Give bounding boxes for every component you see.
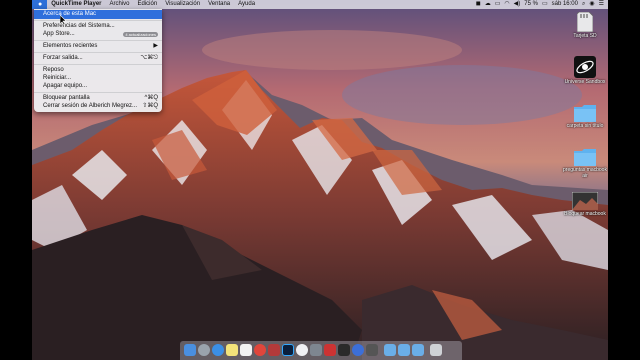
record-icon[interactable]: ◼: [476, 0, 481, 9]
desktop-icon-universe-sandbox[interactable]: Universe Sandbox: [562, 56, 608, 85]
battery-icon[interactable]: ▭: [542, 0, 548, 9]
battery-percent[interactable]: 75 %: [524, 0, 538, 9]
launchpad-icon[interactable]: [198, 344, 210, 356]
wifi-icon[interactable]: ◠: [504, 0, 509, 9]
notes-icon[interactable]: [226, 344, 238, 356]
menu-separator: [34, 92, 162, 93]
menu-item-recent-items[interactable]: Elementos recientes ▶: [34, 42, 162, 51]
system-preferences-icon[interactable]: [310, 344, 322, 356]
menu-separator: [34, 52, 162, 53]
dock: [180, 341, 462, 360]
textedit-icon[interactable]: [240, 344, 252, 356]
menu-separator: [34, 20, 162, 21]
documents-folder-icon[interactable]: [398, 344, 410, 356]
menu-separator: [34, 64, 162, 65]
finder-icon[interactable]: [184, 344, 196, 356]
notification-center-icon[interactable]: ☰: [599, 0, 604, 9]
desktop: ● QuickTime Player Archivo Edición Visua…: [32, 0, 608, 360]
submenu-arrow-icon: ▶: [153, 43, 158, 49]
menu-archivo[interactable]: Archivo: [105, 0, 133, 9]
volume-icon[interactable]: ◀): [514, 0, 521, 9]
folder-icon: [574, 105, 596, 122]
menu-item-shutdown[interactable]: Apagar equipo...: [34, 82, 162, 91]
trash-icon[interactable]: [430, 344, 442, 356]
screenshot-thumbnail-icon: [572, 192, 598, 210]
safari-icon[interactable]: [212, 344, 224, 356]
quicktime-icon[interactable]: [324, 344, 336, 356]
photoshop-icon[interactable]: [282, 344, 294, 356]
apple-menu-dropdown: Acerca de esta Mac Preferencias del Sist…: [34, 9, 162, 112]
chrome-icon[interactable]: [254, 344, 266, 356]
menu-item-app-store[interactable]: App Store... 4 actualizaciones: [34, 30, 162, 39]
menu-ventana[interactable]: Ventana: [204, 0, 234, 9]
apple-menu-button[interactable]: ●: [32, 0, 48, 9]
airplay-icon[interactable]: ▭: [495, 0, 501, 9]
itunes-icon[interactable]: [296, 344, 308, 356]
sd-card-icon: [577, 12, 593, 32]
photo-booth-icon[interactable]: [268, 344, 280, 356]
menu-item-about-this-mac[interactable]: Acerca de esta Mac: [34, 10, 162, 19]
menu-item-log-out[interactable]: Cerrar sesión de Alberich Megrez... ⇧⌘Q: [34, 102, 162, 111]
siri-icon[interactable]: ◉: [589, 0, 594, 9]
menu-ayuda[interactable]: Ayuda: [234, 0, 259, 9]
menu-edicion[interactable]: Edición: [134, 0, 162, 9]
mouse-pointer-icon: [60, 15, 67, 25]
desktop-icon-folder-preguntas[interactable]: preguntas macbook air: [562, 148, 608, 179]
menu-bar: ● QuickTime Player Archivo Edición Visua…: [32, 0, 608, 9]
spotlight-search-icon[interactable]: ⌕: [582, 0, 585, 9]
desktop-icon-sd-card[interactable]: Tarjeta SD: [562, 12, 608, 39]
universe-sandbox-app-icon: [574, 56, 596, 78]
updates-badge: 4 actualizaciones: [123, 32, 158, 37]
status-area: ◼ ☁ ▭ ◠ ◀) 75 % ▭ sáb 16:00 ⌕ ◉ ☰: [476, 0, 604, 9]
folder-icon: [574, 149, 596, 166]
downloads-folder-icon[interactable]: [384, 344, 396, 356]
applications-folder-icon[interactable]: [412, 344, 424, 356]
desktop-icon-folder-untitled[interactable]: carpeta sin título: [562, 104, 608, 129]
cloud-icon[interactable]: ☁: [485, 0, 491, 9]
activity-monitor-icon[interactable]: [338, 344, 350, 356]
app-icon[interactable]: [366, 344, 378, 356]
app-menu-quicktime[interactable]: QuickTime Player: [47, 0, 105, 9]
menu-item-force-quit[interactable]: Forzar salida... ⌥⌘⎋: [34, 54, 162, 63]
menu-visualizacion[interactable]: Visualización: [161, 0, 204, 9]
clock[interactable]: sáb 16:00: [552, 0, 578, 9]
desktop-icon-bloquear-macbook[interactable]: Bloquear macbook: [562, 192, 608, 217]
menu-separator: [34, 40, 162, 41]
app-store-icon[interactable]: [352, 344, 364, 356]
